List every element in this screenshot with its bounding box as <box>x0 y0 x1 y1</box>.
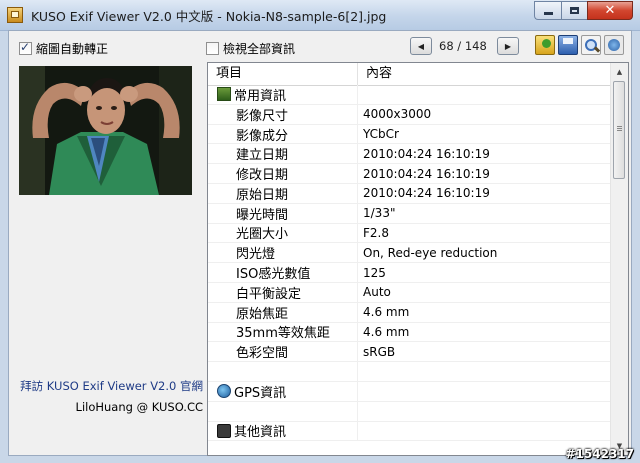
list-rows: 常用資訊 影像尺寸 4000x3000 影像成分 YCbCr 建立日期 2010:04… <box>208 85 611 442</box>
grip-icon <box>617 126 622 127</box>
column-header-content[interactable]: 內容 <box>358 63 611 85</box>
list-item[interactable]: 曝光時間 1/33" <box>208 203 611 224</box>
app-icon <box>7 7 23 23</box>
item-key: 原始焦距 <box>208 302 358 322</box>
section-label: GPS資訊 <box>234 385 287 401</box>
list-item[interactable]: 原始焦距 4.6 mm <box>208 302 611 323</box>
list-item[interactable]: 光圈大小 F2.8 <box>208 223 611 244</box>
item-value: On, Red-eye reduction <box>363 245 498 260</box>
maximize-button[interactable] <box>561 1 587 20</box>
item-value: 4.6 mm <box>363 324 410 339</box>
section-label: 其他資訊 <box>234 425 287 441</box>
jpg-file-icon <box>217 87 231 102</box>
item-key: 色彩空間 <box>208 342 358 361</box>
item-key: 白平衡設定 <box>208 282 358 302</box>
photo-thumbnail <box>19 66 192 195</box>
prev-image-button[interactable]: ◀ <box>410 37 432 55</box>
scroll-up-icon[interactable]: ▲ <box>612 64 627 80</box>
item-value: 2010:04:24 16:10:19 <box>363 186 490 201</box>
item-value: sRGB <box>363 344 396 359</box>
scrollbar-thumb[interactable] <box>613 81 625 179</box>
item-key: 建立日期 <box>208 144 358 163</box>
list-item[interactable]: 修改日期 2010:04:24 16:10:19 <box>208 164 611 184</box>
auto-rotate-label: 縮圖自動轉正 <box>36 42 109 56</box>
list-item[interactable]: ISO感光數值 125 <box>208 263 611 283</box>
exif-list-view[interactable]: 項目 內容 常用資訊 影像尺寸 4000x3000 影像成分 YCbCr 建立日期 2… <box>207 62 629 456</box>
author-credit: LiloHuang @ KUSO.CC <box>75 400 203 414</box>
close-button[interactable]: ✕ <box>587 1 633 20</box>
triangle-left-icon: ◀ <box>417 41 425 51</box>
section-label: 常用資訊 <box>234 88 287 104</box>
item-value: 125 <box>363 265 386 280</box>
list-item[interactable]: 白平衡設定 Auto <box>208 282 611 303</box>
item-value: F2.8 <box>363 225 389 240</box>
view-all-label: 檢視全部資訊 <box>223 42 296 56</box>
list-item-blank <box>208 401 611 422</box>
list-item[interactable]: 35mm等效焦距 4.6 mm <box>208 322 611 343</box>
item-key: 影像尺寸 <box>208 104 358 124</box>
auto-rotate-checkbox[interactable] <box>19 40 32 55</box>
item-key: 35mm等效焦距 <box>208 322 358 341</box>
section-gps[interactable]: GPS資訊 <box>208 381 611 402</box>
item-key: ISO感光數值 <box>208 263 358 282</box>
save-icon[interactable] <box>558 35 578 55</box>
window-controls: ✕ <box>534 1 633 21</box>
triangle-right-icon: ▶ <box>504 41 512 51</box>
item-key: 修改日期 <box>208 164 358 183</box>
view-all-option[interactable]: 檢視全部資訊 <box>206 40 295 57</box>
minimize-button[interactable] <box>534 1 561 20</box>
next-image-button[interactable]: ▶ <box>497 37 519 55</box>
open-folder-icon[interactable] <box>535 35 555 55</box>
item-value: 2010:04:24 16:10:19 <box>363 166 490 181</box>
list-item-blank <box>208 362 611 382</box>
window-title: KUSO Exif Viewer V2.0 中文版 - Nokia-N8-sam… <box>31 9 387 24</box>
section-other[interactable]: 其他資訊 <box>208 421 611 442</box>
list-item[interactable]: 建立日期 2010:04:24 16:10:19 <box>208 144 611 165</box>
list-item[interactable]: 色彩空間 sRGB <box>208 342 611 363</box>
globe-icon <box>217 384 231 399</box>
main-panel: 縮圖自動轉正 檢視全部資訊 ◀ 68 / 148 ▶ <box>8 30 632 456</box>
item-value: 1/33" <box>363 206 396 221</box>
view-all-checkbox[interactable] <box>206 42 219 55</box>
item-key: 原始日期 <box>208 183 358 203</box>
official-site-link[interactable]: 拜訪 KUSO Exif Viewer V2.0 官網 <box>19 378 203 394</box>
section-common[interactable]: 常用資訊 <box>208 85 611 105</box>
item-value: 4.6 mm <box>363 305 410 320</box>
list-item[interactable]: 原始日期 2010:04:24 16:10:19 <box>208 183 611 204</box>
item-key: 曝光時間 <box>208 203 358 223</box>
close-icon: ✕ <box>604 3 616 18</box>
watermark: #1542317 <box>565 447 634 461</box>
photo-thumbnail-image <box>19 66 192 195</box>
list-item[interactable]: 影像成分 YCbCr <box>208 124 611 145</box>
web-icon[interactable] <box>604 35 624 55</box>
auto-rotate-option[interactable]: 縮圖自動轉正 <box>19 40 108 57</box>
item-value: YCbCr <box>363 126 399 141</box>
camera-icon <box>217 423 231 438</box>
item-value: Auto <box>363 285 391 300</box>
item-key: 閃光燈 <box>208 243 358 262</box>
item-value: 2010:04:24 16:10:19 <box>363 146 490 161</box>
item-key: 影像成分 <box>208 124 358 144</box>
maximize-icon <box>570 7 579 14</box>
list-header: 項目 內容 <box>208 63 611 86</box>
item-value: 4000x3000 <box>363 107 432 122</box>
column-header-item[interactable]: 項目 <box>208 63 358 85</box>
zoom-icon[interactable] <box>581 35 601 55</box>
image-counter: 68 / 148 <box>439 39 487 53</box>
title-bar: KUSO Exif Viewer V2.0 中文版 - Nokia-N8-sam… <box>0 0 640 31</box>
list-item[interactable]: 影像尺寸 4000x3000 <box>208 104 611 125</box>
vertical-scrollbar[interactable]: ▲ ▼ <box>610 63 628 455</box>
item-key: 光圈大小 <box>208 223 358 242</box>
minimize-icon <box>543 12 553 15</box>
list-item[interactable]: 閃光燈 On, Red-eye reduction <box>208 243 611 264</box>
